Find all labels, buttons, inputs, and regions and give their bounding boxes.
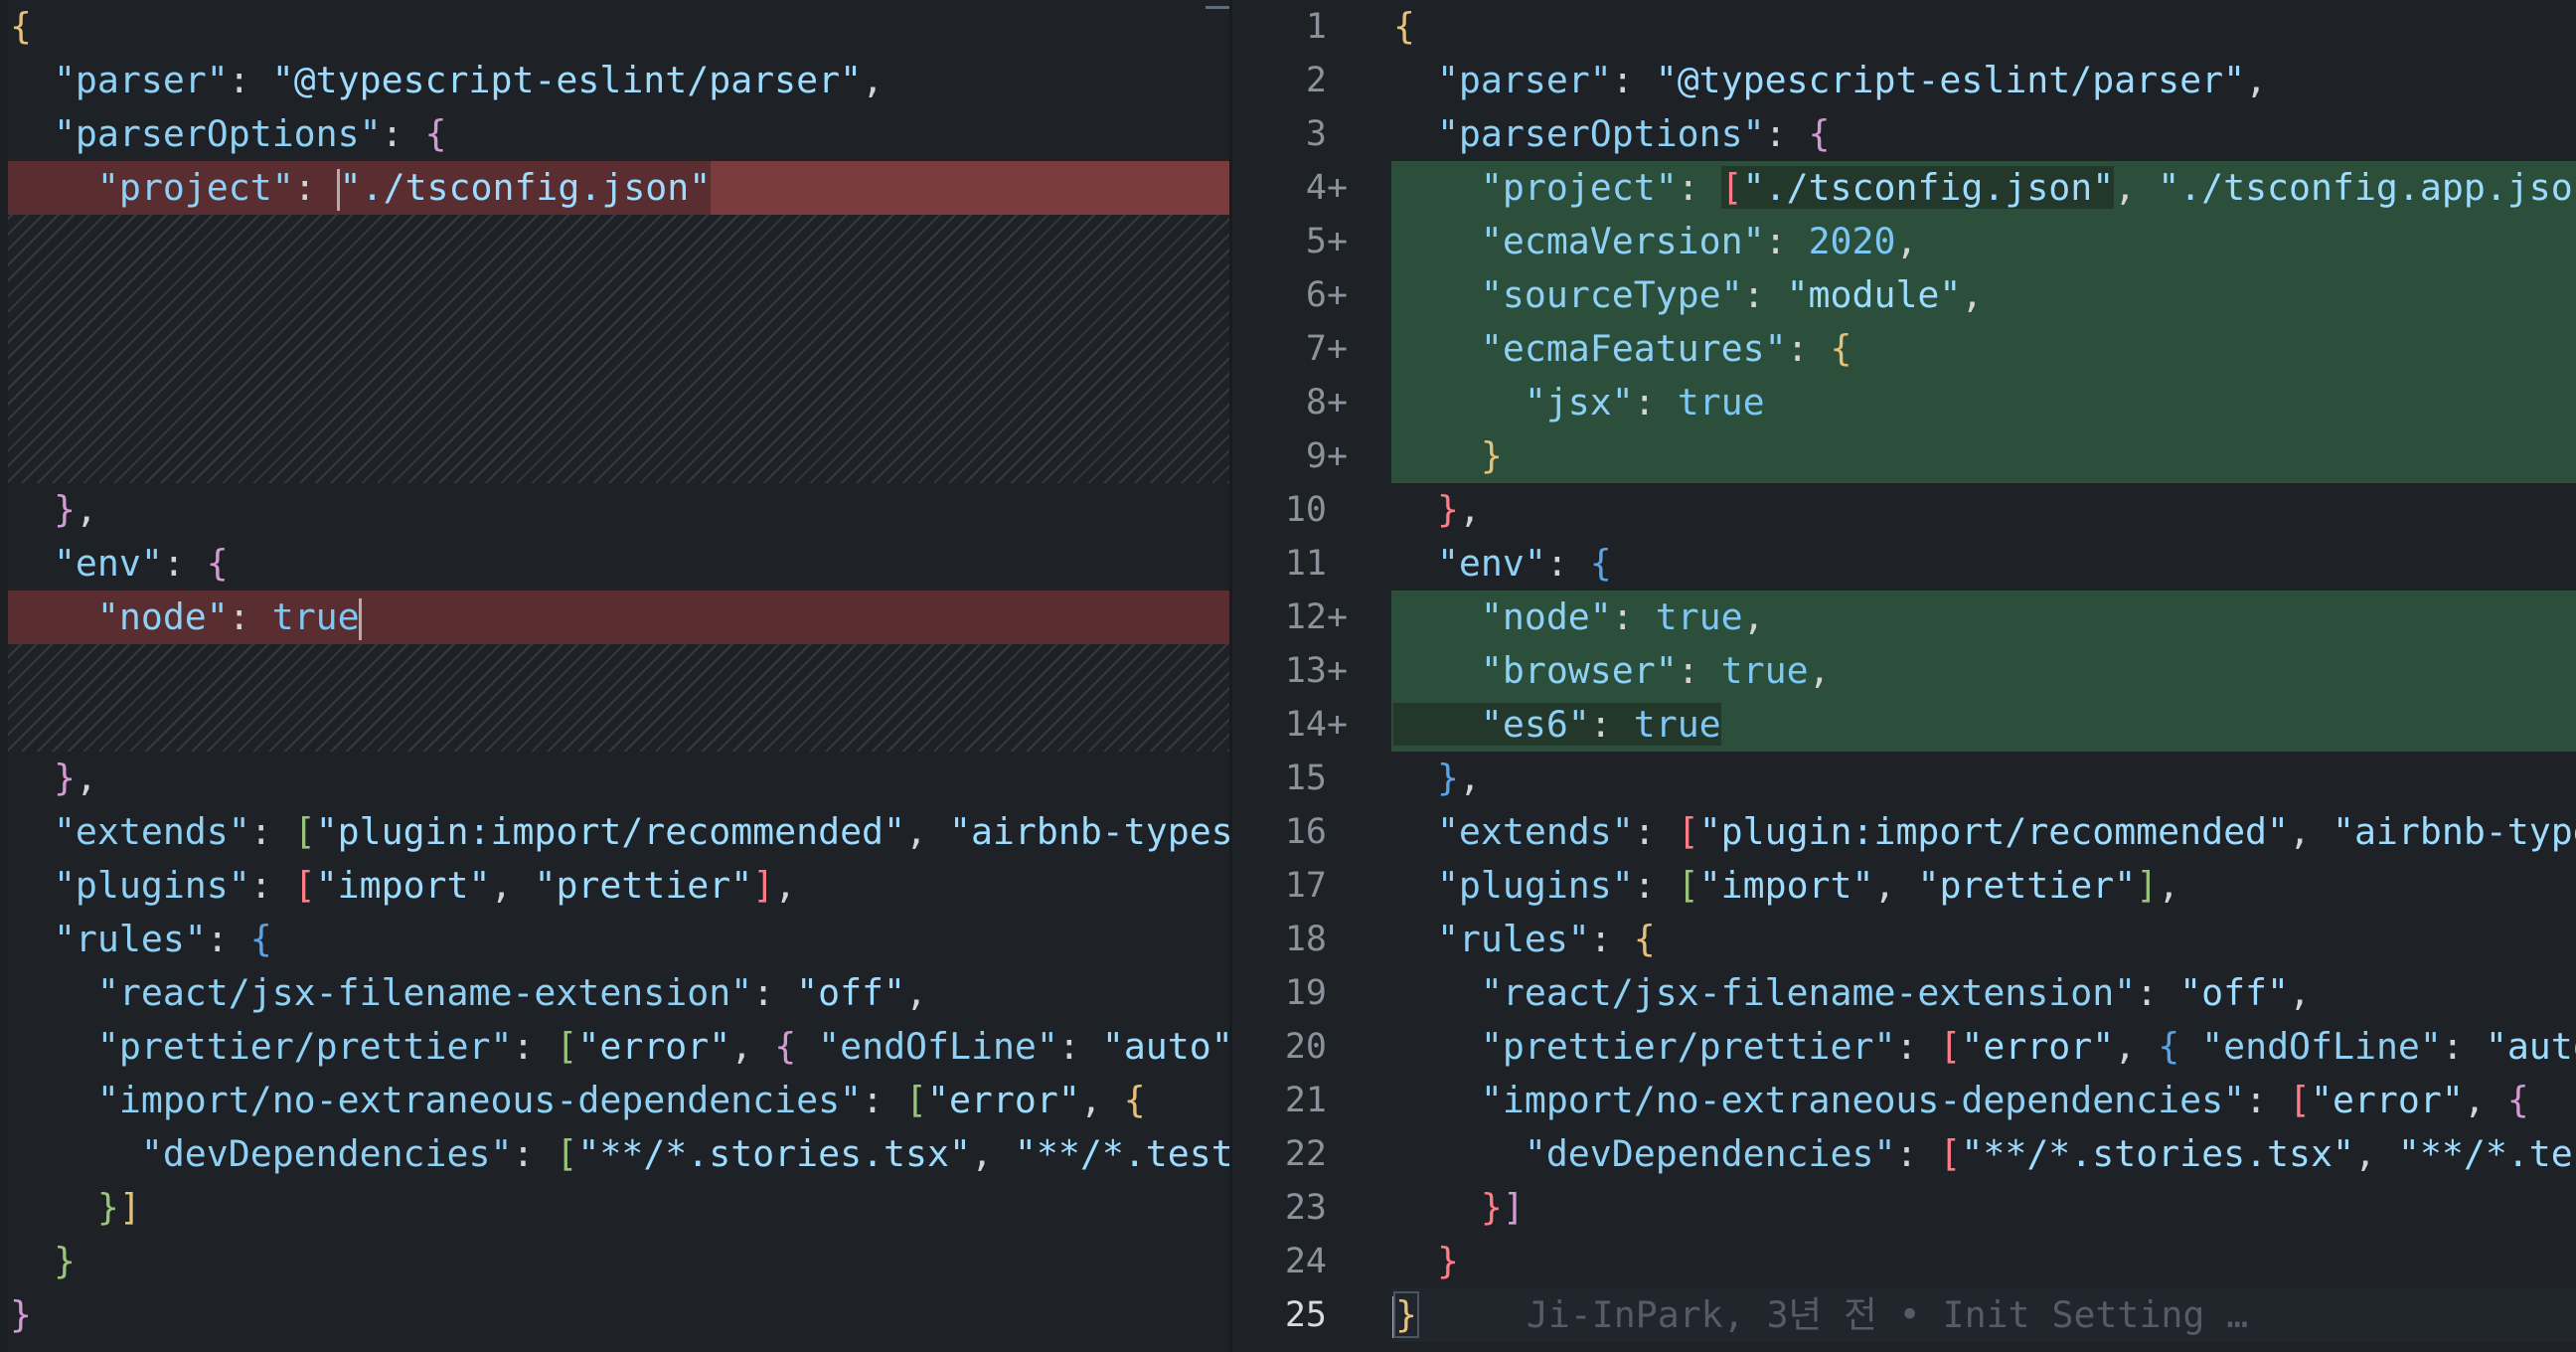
original-gutter xyxy=(0,0,8,1352)
line-number[interactable]: 24 xyxy=(1229,1235,1349,1288)
code-line[interactable]: "plugins": ["import", "prettier"], xyxy=(1391,859,2576,913)
code-line[interactable]: "rules": { xyxy=(1391,913,2576,966)
line-number[interactable]: 2 xyxy=(1229,54,1349,107)
code-line[interactable]: "react/jsx-filename-extension": "off", xyxy=(1391,966,2576,1020)
code-line[interactable]: { xyxy=(8,0,1229,54)
scrollbar-marker[interactable] xyxy=(1206,6,1229,9)
code-line[interactable]: "env": { xyxy=(1391,537,2576,591)
added-line[interactable]: "es6": true xyxy=(1391,698,2576,752)
diff-marker: + xyxy=(1327,383,1349,422)
diff-marker: + xyxy=(1327,651,1349,691)
added-line[interactable]: "browser": true, xyxy=(1391,644,2576,698)
line-number[interactable]: 12+ xyxy=(1229,591,1349,644)
text-cursor xyxy=(358,597,362,640)
git-blame-annotation[interactable]: Ji-InPark, 3년 전 • Init Setting … xyxy=(1417,1293,2248,1336)
modified-code[interactable]: { "parser": "@typescript-eslint/parser",… xyxy=(1391,0,2576,1352)
diff-marker: + xyxy=(1327,436,1349,476)
code-line[interactable]: "react/jsx-filename-extension": "off", xyxy=(8,966,1229,1020)
code-line[interactable]: "env": { xyxy=(8,537,1229,591)
added-line[interactable]: "ecmaFeatures": { xyxy=(1391,322,2576,376)
code-line[interactable]: "import/no-extraneous-dependencies": ["e… xyxy=(8,1074,1229,1127)
line-number[interactable]: 6+ xyxy=(1229,268,1349,322)
code-line[interactable]: }] xyxy=(1391,1181,2576,1235)
code-line[interactable]: "parser": "@typescript-eslint/parser", xyxy=(1391,54,2576,107)
code-line[interactable]: "parser": "@typescript-eslint/parser", xyxy=(8,54,1229,107)
code-line[interactable]: } Ji-InPark, 3년 전 • Init Setting … xyxy=(1391,1288,2576,1342)
added-line[interactable]: "jsx": true xyxy=(1391,376,2576,429)
diff-filler xyxy=(8,644,1229,752)
line-number[interactable]: 22 xyxy=(1229,1127,1349,1181)
line-number[interactable]: 15 xyxy=(1229,752,1349,805)
diff-divider[interactable] xyxy=(1229,0,1232,1352)
added-line[interactable]: } xyxy=(1391,429,2576,483)
line-number[interactable]: 4+ xyxy=(1229,161,1349,215)
line-number[interactable]: 9+ xyxy=(1229,429,1349,483)
diff-editor: { "parser": "@typescript-eslint/parser",… xyxy=(0,0,2576,1352)
added-line[interactable]: "project": ["./tsconfig.json", "./tsconf… xyxy=(1391,161,2576,215)
code-line[interactable]: "devDependencies": ["**/*.stories.tsx", … xyxy=(8,1127,1229,1181)
line-number[interactable]: 8+ xyxy=(1229,376,1349,429)
diff-filler xyxy=(8,215,1229,483)
added-line[interactable]: "node": true, xyxy=(1391,591,2576,644)
code-line[interactable]: }] xyxy=(8,1181,1229,1235)
line-number[interactable]: 21 xyxy=(1229,1074,1349,1127)
diff-marker: + xyxy=(1327,705,1349,745)
line-number[interactable]: 13+ xyxy=(1229,644,1349,698)
code-line[interactable]: } xyxy=(8,1235,1229,1288)
line-number[interactable]: 10 xyxy=(1229,483,1349,537)
code-line[interactable]: "plugins": ["import", "prettier"], xyxy=(8,859,1229,913)
code-line[interactable]: "import/no-extraneous-dependencies": ["e… xyxy=(1391,1074,2576,1127)
diff-marker: + xyxy=(1327,222,1349,261)
diff-marker: + xyxy=(1327,168,1349,208)
line-number[interactable]: 5+ xyxy=(1229,215,1349,268)
line-number[interactable]: 11 xyxy=(1229,537,1349,591)
line-number[interactable]: 18 xyxy=(1229,913,1349,966)
removed-line[interactable]: "project": "./tsconfig.json" xyxy=(8,161,1229,215)
line-number[interactable]: 19 xyxy=(1229,966,1349,1020)
code-line[interactable]: }, xyxy=(8,752,1229,805)
line-number[interactable]: 16 xyxy=(1229,805,1349,859)
removed-line[interactable]: "node": true xyxy=(8,591,1229,644)
code-line[interactable]: "devDependencies": ["**/*.stories.tsx", … xyxy=(1391,1127,2576,1181)
line-number[interactable]: 14+ xyxy=(1229,698,1349,752)
diff-marker: + xyxy=(1327,329,1349,369)
code-line[interactable]: "rules": { xyxy=(8,913,1229,966)
added-line[interactable]: "ecmaVersion": 2020, xyxy=(1391,215,2576,268)
line-number[interactable]: 7+ xyxy=(1229,322,1349,376)
code-line[interactable]: { xyxy=(1391,0,2576,54)
code-line[interactable]: "prettier/prettier": ["error", { "endOfL… xyxy=(1391,1020,2576,1074)
code-line[interactable]: } xyxy=(8,1288,1229,1342)
line-number[interactable]: 25 xyxy=(1229,1288,1349,1342)
line-number-gutter: 1 2 3 4+ 5+ 6+ 7+ 8+ 9+ 10 11 12+ 13+ 14+ 15 16 17 18 19 20… xyxy=(1229,0,1359,1352)
line-number[interactable]: 23 xyxy=(1229,1181,1349,1235)
code-line[interactable]: "prettier/prettier": ["error", { "endOfL… xyxy=(8,1020,1229,1074)
added-line[interactable]: "sourceType": "module", xyxy=(1391,268,2576,322)
line-number[interactable]: 1 xyxy=(1229,0,1349,54)
original-pane[interactable]: { "parser": "@typescript-eslint/parser",… xyxy=(0,0,1229,1352)
line-number[interactable]: 17 xyxy=(1229,859,1349,913)
line-number[interactable]: 3 xyxy=(1229,107,1349,161)
code-line[interactable]: "extends": ["plugin:import/recommended",… xyxy=(8,805,1229,859)
diff-marker: + xyxy=(1327,597,1349,637)
code-line[interactable]: }, xyxy=(1391,483,2576,537)
original-code[interactable]: { "parser": "@typescript-eslint/parser",… xyxy=(8,0,1229,1352)
line-number[interactable]: 20 xyxy=(1229,1020,1349,1074)
code-line[interactable]: }, xyxy=(8,483,1229,537)
modified-pane[interactable]: 1 2 3 4+ 5+ 6+ 7+ 8+ 9+ 10 11 12+ 13+ 14+ 15 16 17 18 19 20… xyxy=(1229,0,2576,1352)
code-line[interactable]: "parserOptions": { xyxy=(8,107,1229,161)
code-line[interactable]: } xyxy=(1391,1235,2576,1288)
code-line[interactable]: "extends": ["plugin:import/recommended",… xyxy=(1391,805,2576,859)
code-line[interactable]: "parserOptions": { xyxy=(1391,107,2576,161)
code-line[interactable]: }, xyxy=(1391,752,2576,805)
diff-marker: + xyxy=(1327,275,1349,315)
